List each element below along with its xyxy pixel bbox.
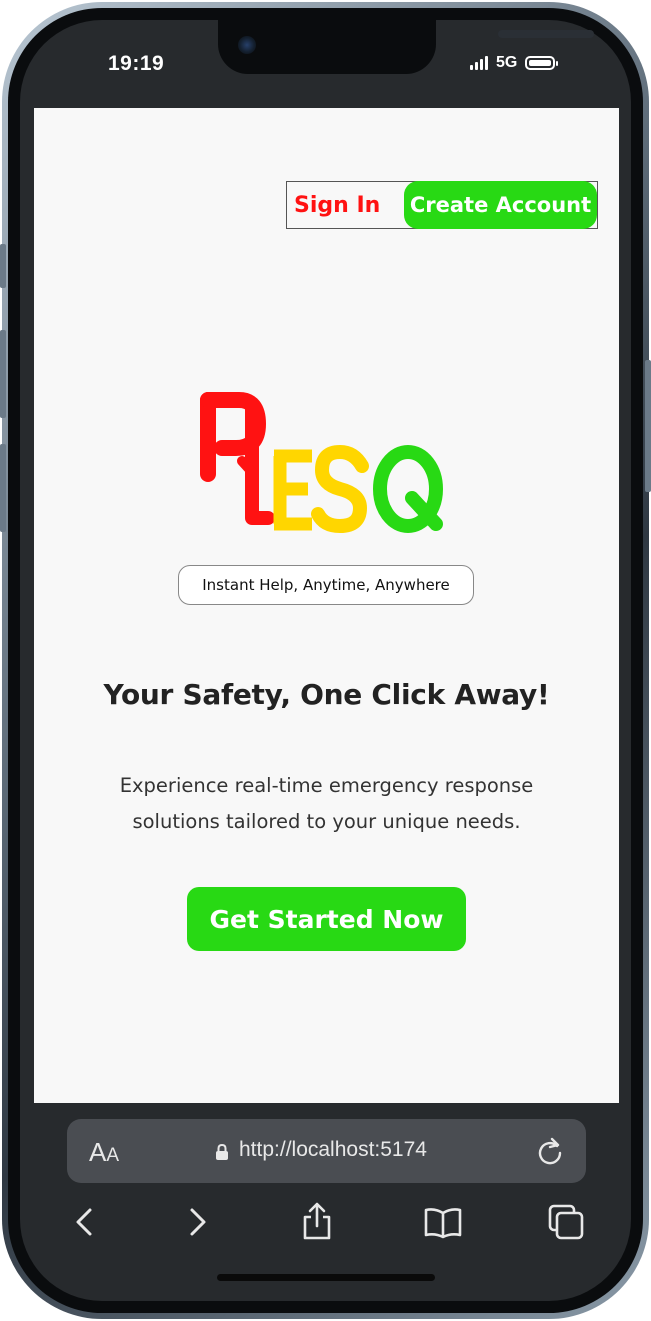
hero-headline: Your Safety, One Click Away! xyxy=(103,678,550,711)
share-icon[interactable] xyxy=(297,1202,337,1242)
reload-icon[interactable] xyxy=(535,1134,565,1166)
network-type: 5G xyxy=(496,54,518,71)
power-button xyxy=(645,360,651,492)
logo-letter-r xyxy=(200,392,275,525)
hero-subtext-line-1: Experience real-time emergency response xyxy=(119,774,534,797)
text-size-button[interactable]: AA xyxy=(89,1137,119,1168)
battery-icon xyxy=(525,56,559,70)
lock-icon xyxy=(216,1143,228,1160)
get-started-button[interactable]: Get Started Now xyxy=(187,887,466,951)
front-camera xyxy=(238,36,256,54)
hero-subtext: Experience real-time emergency response … xyxy=(84,768,569,840)
tagline-badge: Instant Help, Anytime, Anywhere xyxy=(178,565,474,605)
signal-icon xyxy=(470,56,488,70)
status-indicators: 5G xyxy=(470,54,559,72)
earpiece-speaker xyxy=(498,30,594,38)
back-icon[interactable] xyxy=(64,1202,104,1242)
auth-nav: Sign In Create Account xyxy=(286,181,598,229)
home-indicator[interactable] xyxy=(217,1274,435,1281)
address-bar[interactable]: AA http://localhost:5174 xyxy=(67,1119,586,1183)
url-text[interactable]: http://localhost:5174 xyxy=(239,1138,427,1162)
action-button xyxy=(0,244,6,288)
logo-letter-q xyxy=(373,445,443,533)
status-time: 19:19 xyxy=(108,52,165,75)
logo-letter-e xyxy=(273,449,312,531)
resq-logo xyxy=(200,392,443,534)
volume-up-button xyxy=(0,330,6,418)
bookmarks-icon[interactable] xyxy=(423,1202,463,1242)
sign-in-button[interactable]: Sign In xyxy=(294,193,404,218)
hero-subtext-line-2: solutions tailored to your unique needs. xyxy=(132,810,521,833)
volume-down-button xyxy=(0,444,6,532)
tabs-icon[interactable] xyxy=(546,1202,586,1242)
logo-letter-s xyxy=(311,444,369,534)
create-account-button[interactable]: Create Account xyxy=(404,181,597,229)
forward-icon[interactable] xyxy=(178,1202,218,1242)
web-page: Sign In Create Account Instant Help, Any… xyxy=(34,108,619,1103)
